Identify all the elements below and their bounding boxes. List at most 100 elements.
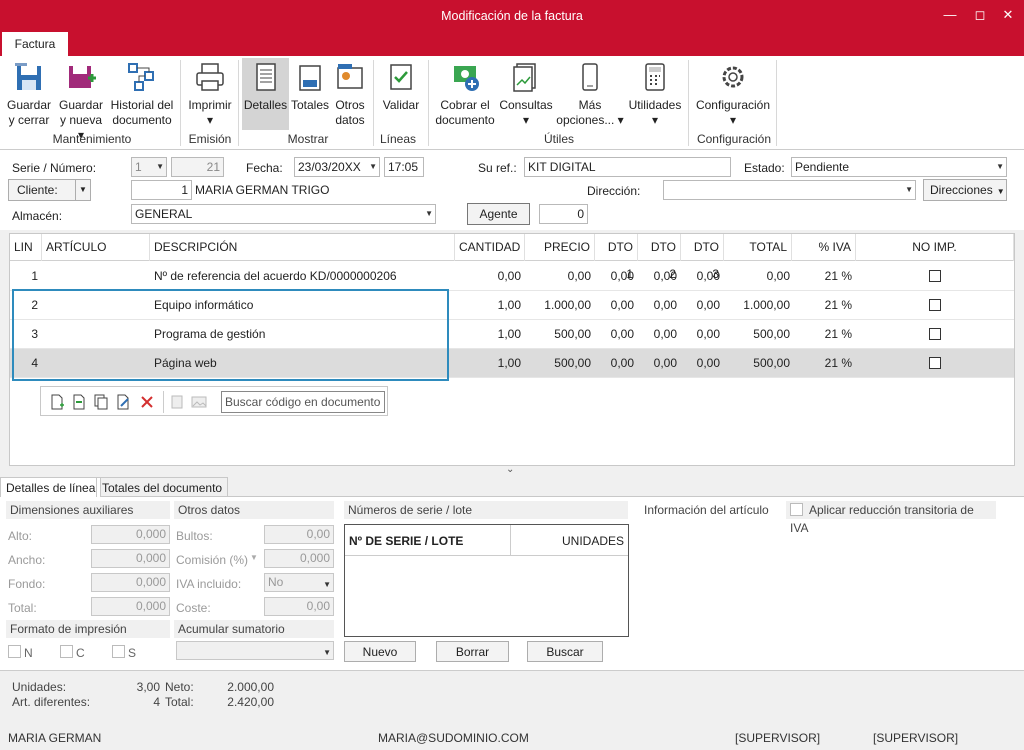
hora-field[interactable]: 17:05 <box>384 157 424 177</box>
serie-select[interactable]: 1 ▼ <box>131 157 167 177</box>
status-user: MARIA GERMAN <box>8 731 102 745</box>
close-icon[interactable]: ✕ <box>998 6 1018 24</box>
no-imp-checkbox[interactable] <box>929 299 941 311</box>
totales-button[interactable]: Totales <box>291 60 329 113</box>
col-descripcion[interactable]: DESCRIPCIÓN <box>150 234 455 261</box>
direcciones-button[interactable]: Direcciones ▼ <box>923 179 1007 201</box>
divider <box>238 60 239 146</box>
invoice-lines-grid: LIN ARTÍCULO DESCRIPCIÓN CANTIDAD PRECIO… <box>9 233 1015 466</box>
reduccion-checkbox[interactable] <box>790 503 803 516</box>
historial-button[interactable]: Historial del documento <box>108 60 176 128</box>
borrar-button[interactable]: Borrar <box>436 641 509 662</box>
otros-datos-button[interactable]: Otros datos <box>332 60 368 128</box>
buscar-button[interactable]: Buscar <box>527 641 603 662</box>
tab-factura[interactable]: Factura <box>2 32 68 56</box>
copy-icon[interactable] <box>93 394 109 410</box>
tab-detalles-linea[interactable]: Detalles de línea <box>0 477 102 497</box>
col-unidades[interactable]: UNIDADES <box>562 534 624 548</box>
bultos-field[interactable]: 0,00 <box>264 525 334 544</box>
col-precio[interactable]: PRECIO <box>525 234 595 261</box>
guardar-nueva-button[interactable]: Guardar y nueva ▾ <box>56 60 106 143</box>
cell-dto3: 0,00 <box>696 327 720 341</box>
new-line-icon[interactable] <box>49 394 65 410</box>
total-field[interactable]: 0,000 <box>91 597 170 616</box>
group-configuracion: Configuración <box>696 132 772 146</box>
format-s-checkbox[interactable] <box>112 645 125 658</box>
col-lin[interactable]: LIN <box>10 234 42 261</box>
edit-icon[interactable] <box>115 394 131 410</box>
cobrar-button[interactable]: Cobrar el documento <box>433 60 497 128</box>
almacen-select[interactable]: GENERAL ▼ <box>131 204 436 224</box>
format-n-checkbox[interactable] <box>8 645 21 658</box>
calculator-icon <box>645 63 665 91</box>
imprimir-button[interactable]: Imprimir ▾ <box>184 60 236 128</box>
btn-label: Historial del <box>110 98 174 112</box>
chevron-down-icon[interactable]: ⌄ <box>506 464 514 475</box>
ribbon-tabs: Factura <box>0 32 1024 56</box>
series-table: Nº DE SERIE / LOTE UNIDADES <box>344 524 629 637</box>
unidades-label: Unidades: <box>12 680 67 694</box>
col-cantidad[interactable]: CANTIDAD <box>455 234 525 261</box>
suref-field[interactable]: KIT DIGITAL <box>524 157 731 177</box>
coste-field[interactable]: 0,00 <box>264 597 334 616</box>
comision-field[interactable]: 0,000 <box>264 549 334 568</box>
agente-field[interactable]: 0 <box>539 204 588 224</box>
configuracion-button[interactable]: Configuración ▾ <box>694 60 772 128</box>
cell-cantidad: 1,00 <box>497 356 521 370</box>
col-dto2[interactable]: DTO 2 <box>638 234 681 281</box>
cell-total: 0,00 <box>766 269 790 283</box>
format-s-label: S <box>128 646 137 660</box>
tab-totales-documento[interactable]: Totales del documento <box>96 477 229 497</box>
cliente-button[interactable]: Cliente: <box>8 179 76 201</box>
insert-line-icon[interactable] <box>71 394 87 410</box>
btn-label: Imprimir <box>188 98 232 112</box>
utilidades-button[interactable]: Utilidades ▾ <box>627 60 683 128</box>
delete-icon[interactable] <box>139 394 155 410</box>
totals-icon <box>299 65 321 91</box>
no-imp-checkbox[interactable] <box>929 357 941 369</box>
alto-field[interactable]: 0,000 <box>91 525 170 544</box>
col-articulo[interactable]: ARTÍCULO <box>42 234 150 261</box>
payment-icon <box>454 66 479 91</box>
direccion-label: Dirección: <box>587 184 641 198</box>
validate-icon <box>390 64 412 90</box>
image-icon <box>191 396 207 408</box>
numero-field[interactable]: 21 <box>171 157 224 177</box>
col-iva[interactable]: % IVA <box>792 234 856 261</box>
maximize-icon[interactable]: ◻ <box>970 6 990 24</box>
search-code-input[interactable]: Buscar código en documento <box>221 391 385 413</box>
col-no-imp[interactable]: NO IMP. <box>856 234 1014 261</box>
no-imp-checkbox[interactable] <box>929 328 941 340</box>
validar-button[interactable]: Validar <box>378 60 424 113</box>
fondo-field[interactable]: 0,000 <box>91 573 170 592</box>
reduccion-row: Aplicar reducción transitoria de IVA <box>786 501 996 535</box>
col-dto1[interactable]: DTO 1 <box>595 234 638 281</box>
nuevo-button[interactable]: Nuevo <box>344 641 416 662</box>
agente-button[interactable]: Agente <box>467 203 530 225</box>
col-total[interactable]: TOTAL <box>724 234 792 261</box>
group-utiles: Útiles <box>543 132 574 146</box>
col-dto3[interactable]: DTO 3 <box>681 234 724 281</box>
acumular-select[interactable]: ▼ <box>176 641 334 660</box>
minimize-icon[interactable]: — <box>940 6 960 24</box>
col-serie-lote[interactable]: Nº DE SERIE / LOTE <box>349 534 463 548</box>
btn-label: y cerrar <box>8 113 50 127</box>
format-c-checkbox[interactable] <box>60 645 73 658</box>
chevron-down-icon[interactable]: ▼ <box>250 553 258 562</box>
direccion-select[interactable]: ▼ <box>663 180 916 200</box>
mas-opciones-button[interactable]: Más opciones... ▾ <box>556 60 624 128</box>
btn-label: documento <box>435 113 495 127</box>
detalles-button[interactable]: Detalles <box>242 58 289 130</box>
no-imp-checkbox[interactable] <box>929 270 941 282</box>
cliente-code-field[interactable]: 1 <box>131 180 192 200</box>
cell-dto1: 0,00 <box>610 356 634 370</box>
consultas-button[interactable]: Consultas ▾ <box>498 60 554 128</box>
table-row[interactable]: 1 Nº de referencia del acuerdo KD/000000… <box>10 262 1014 291</box>
estado-select[interactable]: Pendiente ▼ <box>791 157 1007 177</box>
fecha-field[interactable]: 23/03/20XX ▼ <box>294 157 380 177</box>
cliente-dropdown-icon[interactable]: ▼ <box>75 179 91 201</box>
iva-incluido-select[interactable]: No ▼ <box>264 573 334 592</box>
estado-label: Estado: <box>744 161 785 175</box>
guardar-cerrar-button[interactable]: Guardar y cerrar <box>4 60 54 128</box>
ancho-field[interactable]: 0,000 <box>91 549 170 568</box>
